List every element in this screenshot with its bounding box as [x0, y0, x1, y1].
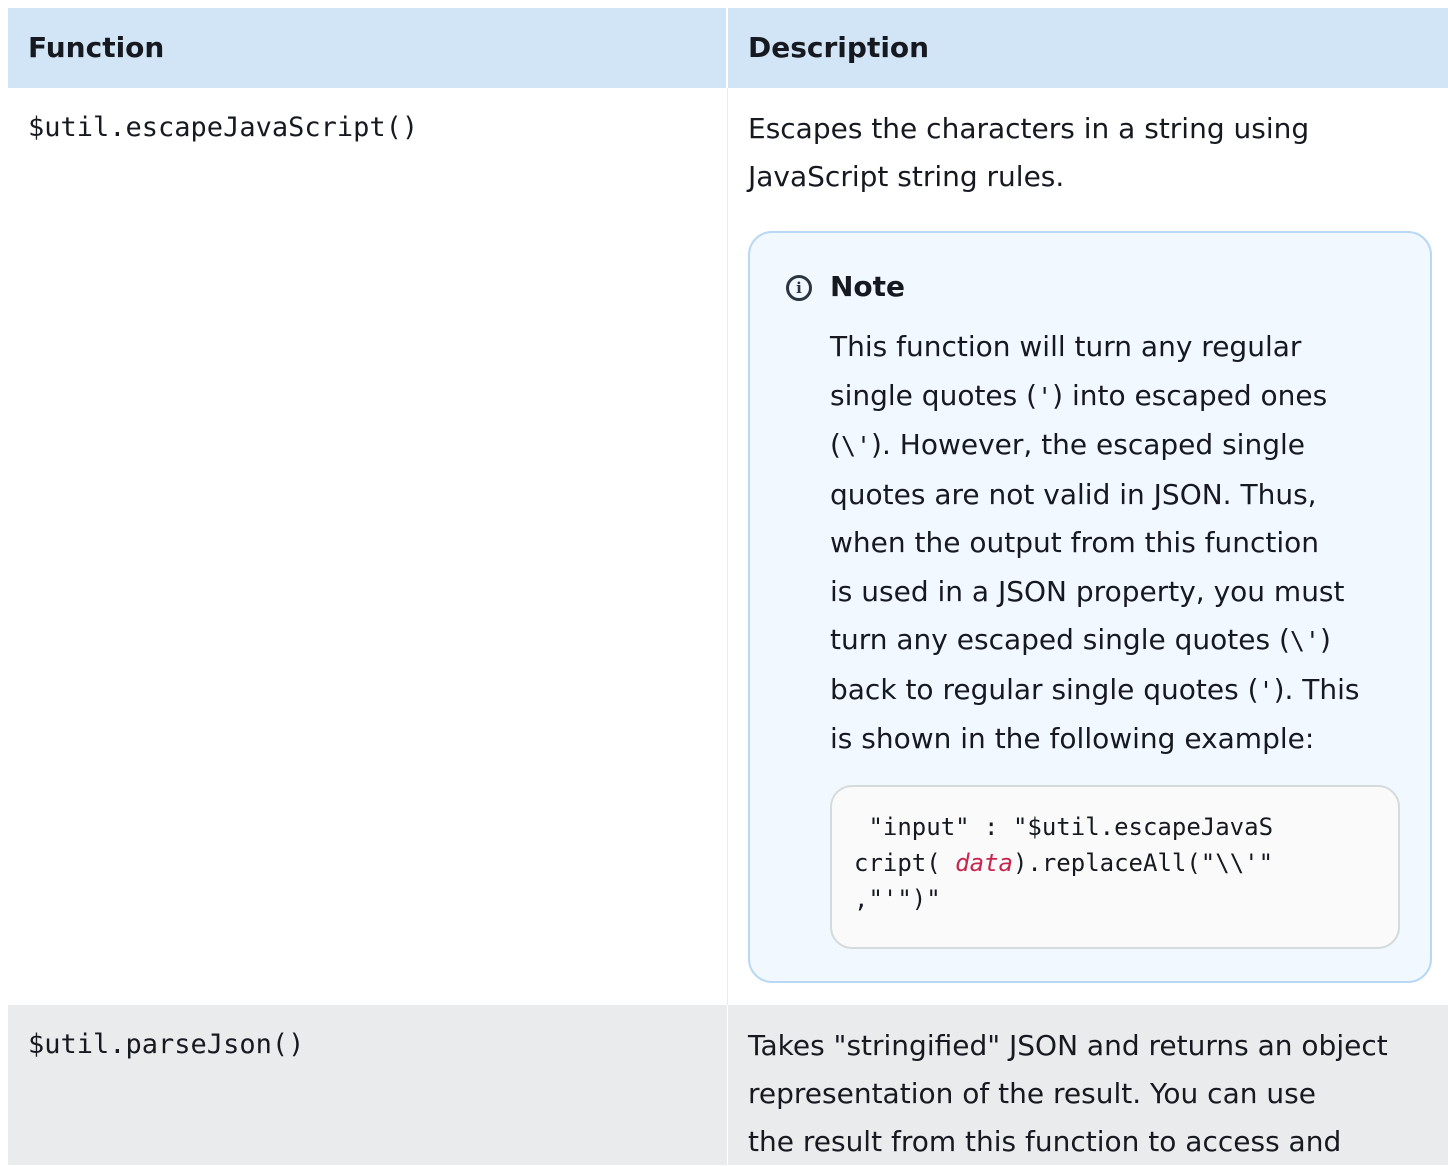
- note-line: single quotes (') into escaped ones: [830, 378, 1328, 412]
- function-description: Escapes the characters in a string using…: [748, 105, 1448, 201]
- description-cell: Takes "stringified" JSON and returns an …: [728, 1005, 1448, 1165]
- note-line: when the output from this function: [830, 526, 1320, 559]
- inline-code: ': [1258, 675, 1274, 705]
- function-description: Takes "stringified" JSON and returns an …: [748, 1022, 1448, 1166]
- note-title: Note: [830, 270, 906, 303]
- function-cell: $util.escapeJavaScript(): [8, 88, 728, 1005]
- note-body: This function will turn any regular sing…: [830, 323, 1390, 764]
- description-line: JavaScript string rules.: [748, 160, 1065, 193]
- description-line: Escapes the characters in a string using: [748, 112, 1310, 145]
- description-line: the result from this function to access …: [748, 1125, 1342, 1158]
- description-cell: Escapes the characters in a string using…: [728, 88, 1448, 1005]
- note-line: This function will turn any regular: [830, 330, 1302, 363]
- inline-code: \': [840, 431, 872, 460]
- inline-code: ': [1037, 381, 1053, 411]
- table-header-row: Function Description: [8, 8, 1448, 88]
- code-variable: data: [955, 849, 1013, 877]
- info-icon: i: [786, 275, 812, 301]
- functions-table: Function Description $util.escapeJavaScr…: [8, 8, 1448, 1165]
- note-line: turn any escaped single quotes (\'): [830, 623, 1331, 656]
- code-line: cript( data).replaceAll("\\'": [854, 849, 1274, 877]
- table-row: $util.escapeJavaScript() Escapes the cha…: [8, 88, 1448, 1005]
- note-line: back to regular single quotes ('). This: [830, 672, 1360, 706]
- note-line: is used in a JSON property, you must: [830, 574, 1345, 608]
- description-line: representation of the result. You can us…: [748, 1077, 1316, 1110]
- function-cell: $util.parseJson(): [8, 1005, 728, 1165]
- note-callout: i Note This function will turn any regul…: [748, 231, 1432, 983]
- description-line: Takes "stringified" JSON and returns an …: [748, 1029, 1388, 1062]
- column-header-description: Description: [748, 31, 930, 64]
- inline-code: \': [1289, 626, 1320, 655]
- column-header-function: Function: [8, 8, 728, 88]
- note-line: quotes are not valid in JSON. Thus,: [830, 477, 1317, 511]
- function-name: $util.escapeJavaScript(): [28, 112, 419, 143]
- table-row: $util.parseJson() Takes "stringified" JS…: [8, 1005, 1448, 1165]
- code-line: ,"'")": [854, 885, 941, 913]
- note-line: (\'). However, the escaped single: [830, 428, 1305, 461]
- note-line: is shown in the following example:: [830, 722, 1315, 755]
- code-line: "input" : "$util.escapeJavaS: [854, 813, 1274, 841]
- code-example[interactable]: "input" : "$util.escapeJavaS cript( data…: [830, 785, 1400, 949]
- function-name: $util.parseJson(): [28, 1029, 305, 1060]
